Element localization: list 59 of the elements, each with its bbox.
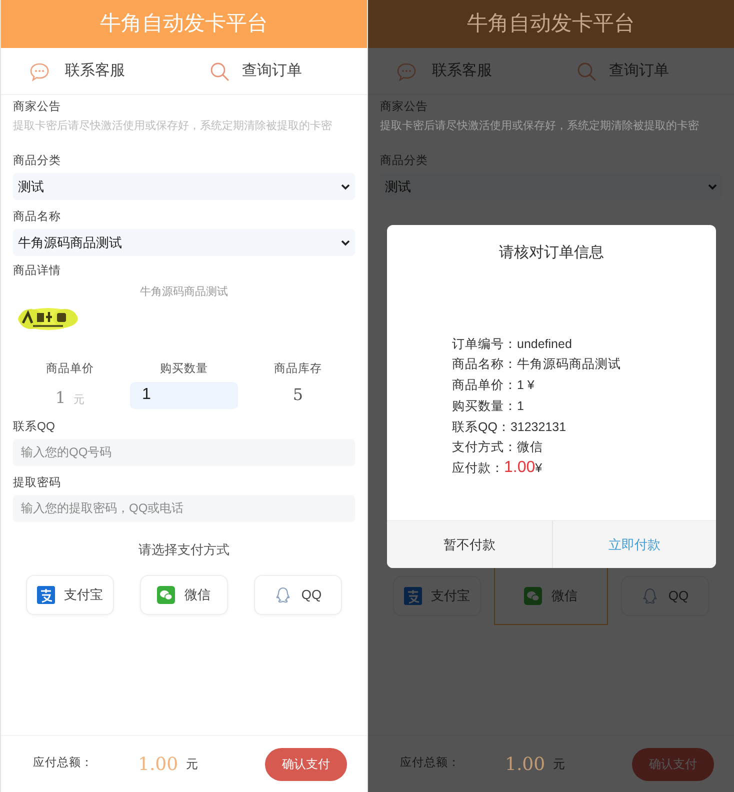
app-title: 牛角自动发卡平台 [467,11,635,38]
qq-field[interactable]: 输入您的QQ号码 [13,438,355,466]
notice-text: 提取卡密后请尽快激活使用或保存好，系统定期清除被提取的卡密 [13,118,333,134]
order-info-line: 支付方式：微信 [452,439,544,456]
total-label: 应付总额： [33,756,94,772]
stock-value: 5 [292,384,304,406]
total-amount: 1.00 [505,752,546,776]
wechat-icon [157,586,176,604]
password-field[interactable]: 输入您的提取密码，QQ或电话 [13,494,355,522]
product-label: 商品名称 [13,209,62,225]
price-value: 1 [55,386,66,409]
pay-later-button[interactable]: 暂不付款 [387,521,552,568]
payment-option[interactable]: QQ [254,574,342,615]
search-icon [210,62,229,80]
category-label: 商品分类 [380,153,429,169]
total-unit: 元 [553,756,566,773]
alipay-icon [404,586,422,604]
wechat-icon [524,586,542,604]
stock-label: 商品库存 [274,361,322,376]
chevron-icon [340,238,351,247]
dialog-title: 请核对订单信息 [498,243,605,263]
order-info-line: 商品名称：牛角源码商品测试 [452,356,622,374]
password-label: 提取密码 [13,475,62,491]
quantity-field[interactable]: 1 [130,382,238,409]
total-amount: 1.00 [138,752,178,776]
confirm-pay-button[interactable]: 确认支付 [265,748,347,780]
notice-text: 提取卡密后请尽快激活使用或保存好，系统定期清除被提取的卡密 [380,118,700,134]
chevron-icon [707,182,718,191]
payment-prompt: 请选择支付方式 [138,540,230,559]
qq-label: 联系QQ [13,419,56,435]
notice-label: 商家公告 [380,99,429,115]
qq-icon [274,586,292,604]
detail-label: 商品详情 [13,263,62,279]
detail-text: 牛角源码商品测试 [139,284,229,300]
price-label: 商品单价 [46,361,94,376]
app-title: 牛角自动发卡平台 [100,11,268,38]
order-info-line: 联系QQ：31232131 [452,418,568,436]
price-unit: 元 [74,392,85,408]
total-unit: 元 [186,756,198,773]
category-select[interactable]: 测试 [13,173,355,200]
search-icon [577,62,596,80]
order-info-line: 购买数量：1 [452,398,525,415]
amount-value: 1.00 [504,458,536,478]
order-query-link[interactable]: 查询订单 [210,60,302,82]
quantity-label: 购买数量 [160,362,208,376]
order-info-line: 商品单价：1 ¥ [452,377,536,394]
product-select[interactable]: 牛角源码商品测试 [13,229,355,256]
alipay-icon [36,586,55,604]
payment-option[interactable]: 支付宝 [26,574,114,615]
category-label: 商品分类 [13,153,62,169]
payment-option[interactable]: 微信 [140,574,228,615]
contact-service-link[interactable]: 联系客服 [27,60,125,82]
amount-label: 应付款： [452,460,504,478]
currency-sign: ¥ [535,460,542,478]
order-info-line: 订单编号：undefined [452,336,573,352]
notice-label: 商家公告 [13,99,62,115]
qq-icon [641,586,660,604]
total-label: 应付总额： [400,756,461,772]
chevron-icon [340,182,351,191]
